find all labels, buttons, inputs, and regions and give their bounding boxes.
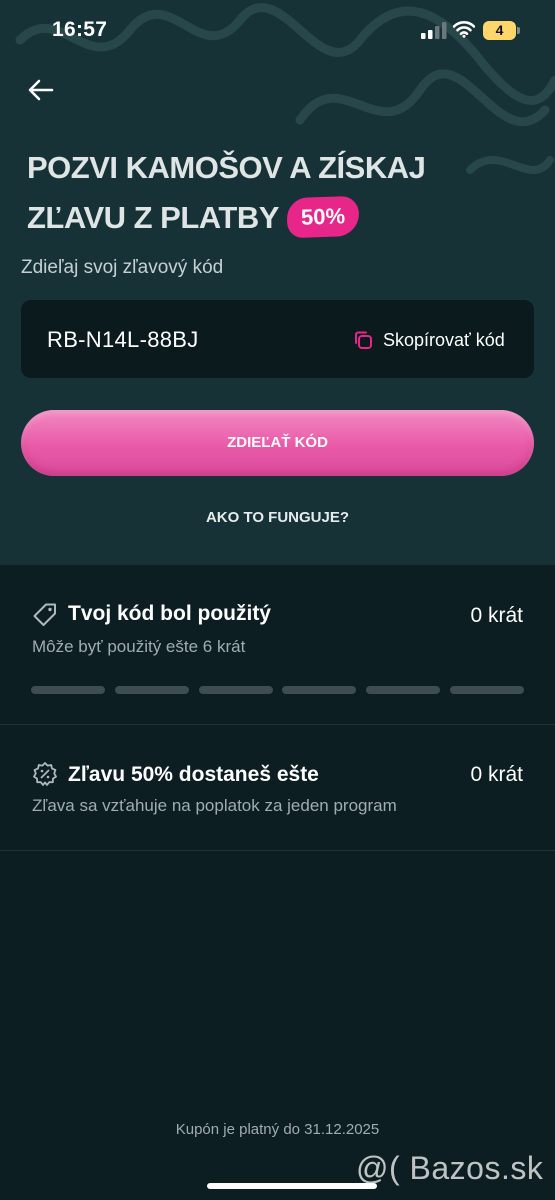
progress-segment bbox=[31, 686, 105, 694]
bazos-watermark: @( Bazos.sk bbox=[356, 1150, 544, 1186]
battery-level: 4 bbox=[495, 22, 504, 38]
header-section bbox=[0, 0, 555, 565]
code-used-card: Tvoj kód bol použitý 0 krát Môže byť pou… bbox=[0, 566, 555, 724]
status-time: 16:57 bbox=[52, 18, 108, 41]
share-subtitle: Zdieľaj svoj zľavový kód bbox=[21, 257, 224, 278]
battery-tip bbox=[517, 27, 520, 34]
copy-code-label: Skopírovať kód bbox=[383, 329, 505, 350]
title-line-1: POZVI KAMOŠOV A ZÍSKAJ bbox=[27, 150, 426, 185]
cellular-signal-icon bbox=[421, 22, 447, 39]
status-bar: 16:57 4 bbox=[0, 0, 555, 60]
title-line-2: ZĽAVU Z PLATBY 50% bbox=[27, 193, 527, 243]
progress-segment bbox=[366, 686, 441, 694]
progress-segment bbox=[114, 686, 189, 694]
title-line-2-text: ZĽAVU Z PLATBY bbox=[27, 200, 279, 235]
discount-remaining-card: Zľavu 50% dostaneš ešte 0 krát Zľava sa … bbox=[0, 725, 555, 850]
code-used-count: 0 krát bbox=[470, 604, 523, 627]
copy-icon bbox=[355, 331, 372, 349]
progress-segment bbox=[449, 686, 524, 694]
how-it-works-link[interactable]: AKO TO FUNGUJE? bbox=[0, 509, 555, 526]
code-used-title: Tvoj kód bol použitý bbox=[68, 602, 271, 625]
discount-code-box: RB-N14L-88BJ Skopírovať kód bbox=[21, 300, 534, 378]
tag-icon bbox=[33, 603, 56, 626]
discount-remaining-title: Zľavu 50% dostaneš ešte bbox=[68, 763, 319, 786]
home-indicator[interactable] bbox=[207, 1183, 377, 1189]
discount-percent-icon bbox=[33, 762, 57, 786]
code-used-subtitle: Môže byť použitý ešte 6 krát bbox=[32, 637, 246, 656]
copy-code-button[interactable]: Skopírovať kód bbox=[353, 326, 505, 354]
battery-indicator: 4 bbox=[483, 21, 520, 40]
share-code-button[interactable]: ZDIEĽAŤ KÓD bbox=[21, 410, 534, 476]
discount-remaining-count: 0 krát bbox=[470, 763, 523, 786]
divider bbox=[0, 850, 555, 851]
discount-code-value: RB-N14L-88BJ bbox=[47, 327, 199, 352]
discount-badge: 50% bbox=[286, 195, 360, 239]
progress-segment bbox=[282, 686, 357, 694]
page-title: POZVI KAMOŠOV A ZÍSKAJ ZĽAVU Z PLATBY 50% bbox=[27, 143, 527, 243]
usage-progress bbox=[31, 686, 524, 694]
discount-remaining-subtitle: Zľava sa vzťahuje na poplatok za jeden p… bbox=[32, 796, 397, 815]
back-arrow-icon[interactable] bbox=[26, 76, 56, 104]
wifi-icon bbox=[453, 21, 475, 38]
progress-segment bbox=[198, 686, 273, 694]
coupon-validity-note: Kupón je platný do 31.12.2025 bbox=[175, 1121, 380, 1138]
